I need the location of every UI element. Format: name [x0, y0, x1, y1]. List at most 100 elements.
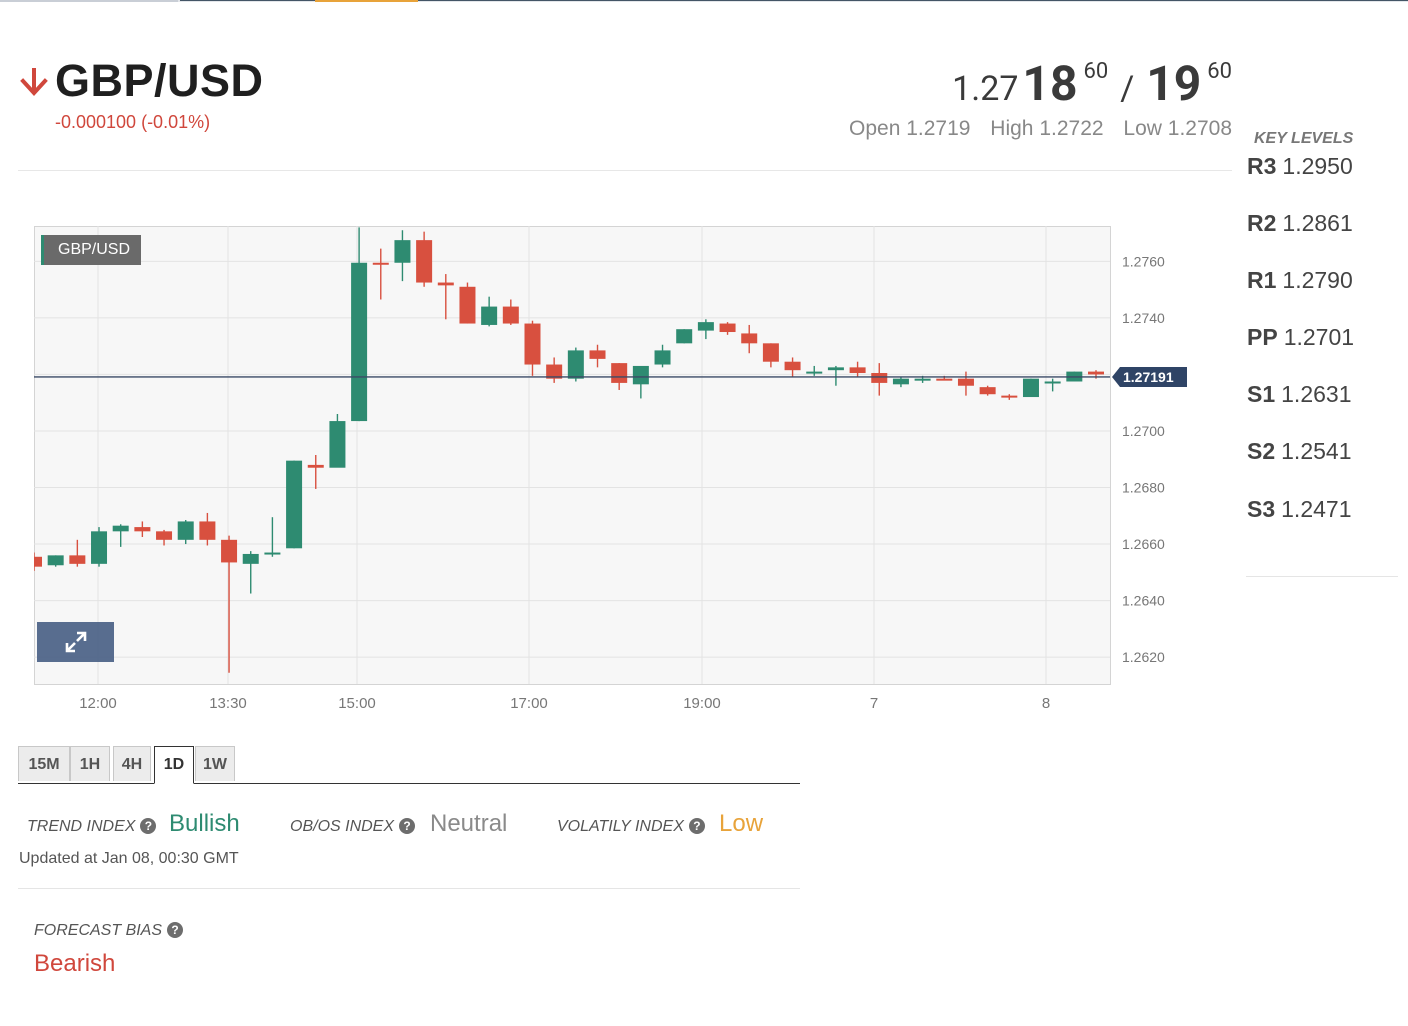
- volatility-index-text: VOLATILY INDEX: [557, 818, 684, 835]
- x-tick-label: 8: [1042, 695, 1050, 712]
- candle-body: [286, 460, 303, 549]
- key-levels-title: KEY LEVELS: [1254, 130, 1354, 147]
- key-level-name: R3: [1247, 153, 1277, 179]
- x-tick-label: 19:00: [683, 695, 721, 712]
- candle-body: [654, 350, 671, 365]
- candle-body: [524, 323, 541, 365]
- candle-body: [741, 333, 758, 344]
- question-circle-icon[interactable]: ?: [688, 818, 705, 834]
- candle: [286, 460, 303, 549]
- candle-body: [1001, 395, 1018, 398]
- candle-body: [199, 521, 216, 540]
- candle-body: [264, 552, 281, 555]
- open-high-low: Open 1.2719 High 1.2722 Low 1.2708: [835, 117, 1232, 141]
- candle-body: [957, 378, 974, 386]
- candlestick-chart[interactable]: 1.27601.27401.27201.27001.26801.26601.26…: [34, 226, 1214, 726]
- key-level-s2: S2 1.2541: [1247, 438, 1352, 465]
- high-value: High 1.2722: [990, 117, 1104, 140]
- candle: [979, 385, 996, 396]
- candle-body: [719, 323, 736, 333]
- candle-body: [394, 240, 411, 263]
- bid-ask-separator: /: [1120, 69, 1135, 109]
- y-tick-label: 1.2680: [1122, 480, 1165, 496]
- candle-body: [416, 240, 433, 283]
- expand-chart-button[interactable]: [37, 622, 114, 662]
- key-level-name: S1: [1247, 381, 1276, 407]
- timeframe-tab-4h[interactable]: 4H: [113, 746, 151, 781]
- arrow-down-icon: [20, 68, 48, 96]
- candle-body: [329, 421, 346, 468]
- key-levels-panel: KEY LEVELS R3 1.2950 R2 1.2861 R1 1.2790 PP 1.2…: [1246, 128, 1398, 577]
- instrument-header: GBP/USD -0.000100 (-0.01%) 1.27 18 60 / 1…: [18, 55, 1232, 170]
- key-level-name: R2: [1247, 210, 1277, 236]
- timeframe-tab-1h[interactable]: 1H: [70, 746, 110, 781]
- candle-body: [69, 555, 86, 564]
- header-divider: [18, 170, 1232, 171]
- candle-body: [134, 527, 151, 532]
- candle-body: [892, 378, 909, 385]
- key-level-pp: PP 1.2701: [1247, 324, 1354, 351]
- candle-body: [589, 350, 606, 359]
- key-level-value: 1.2541: [1281, 438, 1352, 464]
- candle-body: [502, 306, 519, 324]
- question-circle-icon[interactable]: ?: [167, 922, 184, 938]
- y-tick-label: 1.2700: [1122, 423, 1165, 439]
- candle-body: [1044, 381, 1061, 384]
- timeframe-tab-15m[interactable]: 15M: [18, 746, 70, 781]
- updated-timestamp: Updated at Jan 08, 00:30 GMT: [19, 850, 239, 867]
- candle-body: [221, 539, 238, 563]
- candle-body: [676, 329, 693, 344]
- pair-title: GBP/USD: [55, 55, 264, 106]
- forecast-bias-label: FORECAST BIAS?: [34, 922, 184, 940]
- x-tick-label: 7: [870, 695, 878, 712]
- ask-pips: 19: [1146, 55, 1202, 112]
- candle-body: [784, 361, 801, 371]
- candle-body: [871, 373, 888, 383]
- candle-body: [91, 531, 108, 564]
- candle-body: [242, 553, 259, 564]
- x-tick-label: 17:00: [510, 695, 548, 712]
- key-level-value: 1.2861: [1282, 210, 1353, 236]
- y-tick-label: 1.2640: [1122, 593, 1165, 609]
- candle-body: [1022, 378, 1039, 398]
- candle-body: [806, 371, 823, 374]
- candle-body: [827, 367, 844, 371]
- active-tab-indicator: [315, 0, 418, 2]
- plot-area: [34, 226, 1111, 685]
- candle-body: [849, 367, 866, 374]
- key-level-r1: R1 1.2790: [1247, 267, 1353, 294]
- ask-fraction: 60: [1207, 59, 1232, 84]
- key-level-s1: S1 1.2631: [1247, 381, 1352, 408]
- question-circle-icon[interactable]: ?: [399, 818, 416, 834]
- candle-body: [34, 556, 42, 567]
- key-level-name: S3: [1247, 496, 1276, 522]
- volatility-index-label: VOLATILY INDEX?: [557, 818, 705, 836]
- candle-body: [372, 262, 389, 265]
- candle: [329, 414, 346, 468]
- candle-body: [112, 525, 129, 532]
- y-tick-label: 1.2620: [1122, 649, 1165, 665]
- key-level-s3: S3 1.2471: [1247, 496, 1352, 523]
- candle-body: [177, 521, 194, 540]
- candle-body: [459, 286, 476, 324]
- candle-body: [481, 306, 498, 325]
- current-price-label: 1.27191: [1123, 369, 1174, 385]
- question-circle-icon[interactable]: ?: [140, 818, 157, 834]
- timeframe-tab-1d[interactable]: 1D: [154, 746, 194, 784]
- key-level-name: PP: [1247, 324, 1278, 350]
- candle-body: [697, 322, 714, 331]
- price-chart[interactable]: 1.27601.27401.27201.27001.26801.26601.26…: [34, 226, 1214, 726]
- chart-symbol-label: GBP/USD: [41, 235, 142, 265]
- x-tick-label: 13:30: [209, 695, 247, 712]
- timeframe-tab-1w[interactable]: 1W: [195, 746, 235, 781]
- bid-ask-quote: 1.27 18 60 / 19 60: [952, 55, 1232, 112]
- candle-body: [611, 363, 628, 383]
- candle: [676, 329, 693, 344]
- tab-indicator: [0, 0, 178, 2]
- open-value: Open 1.2719: [849, 117, 971, 140]
- forecast-bias-text: FORECAST BIAS: [34, 922, 163, 939]
- candle: [47, 555, 64, 567]
- candle: [459, 282, 476, 324]
- bid-prefix: 1.27: [952, 69, 1019, 109]
- candle-body: [307, 464, 324, 468]
